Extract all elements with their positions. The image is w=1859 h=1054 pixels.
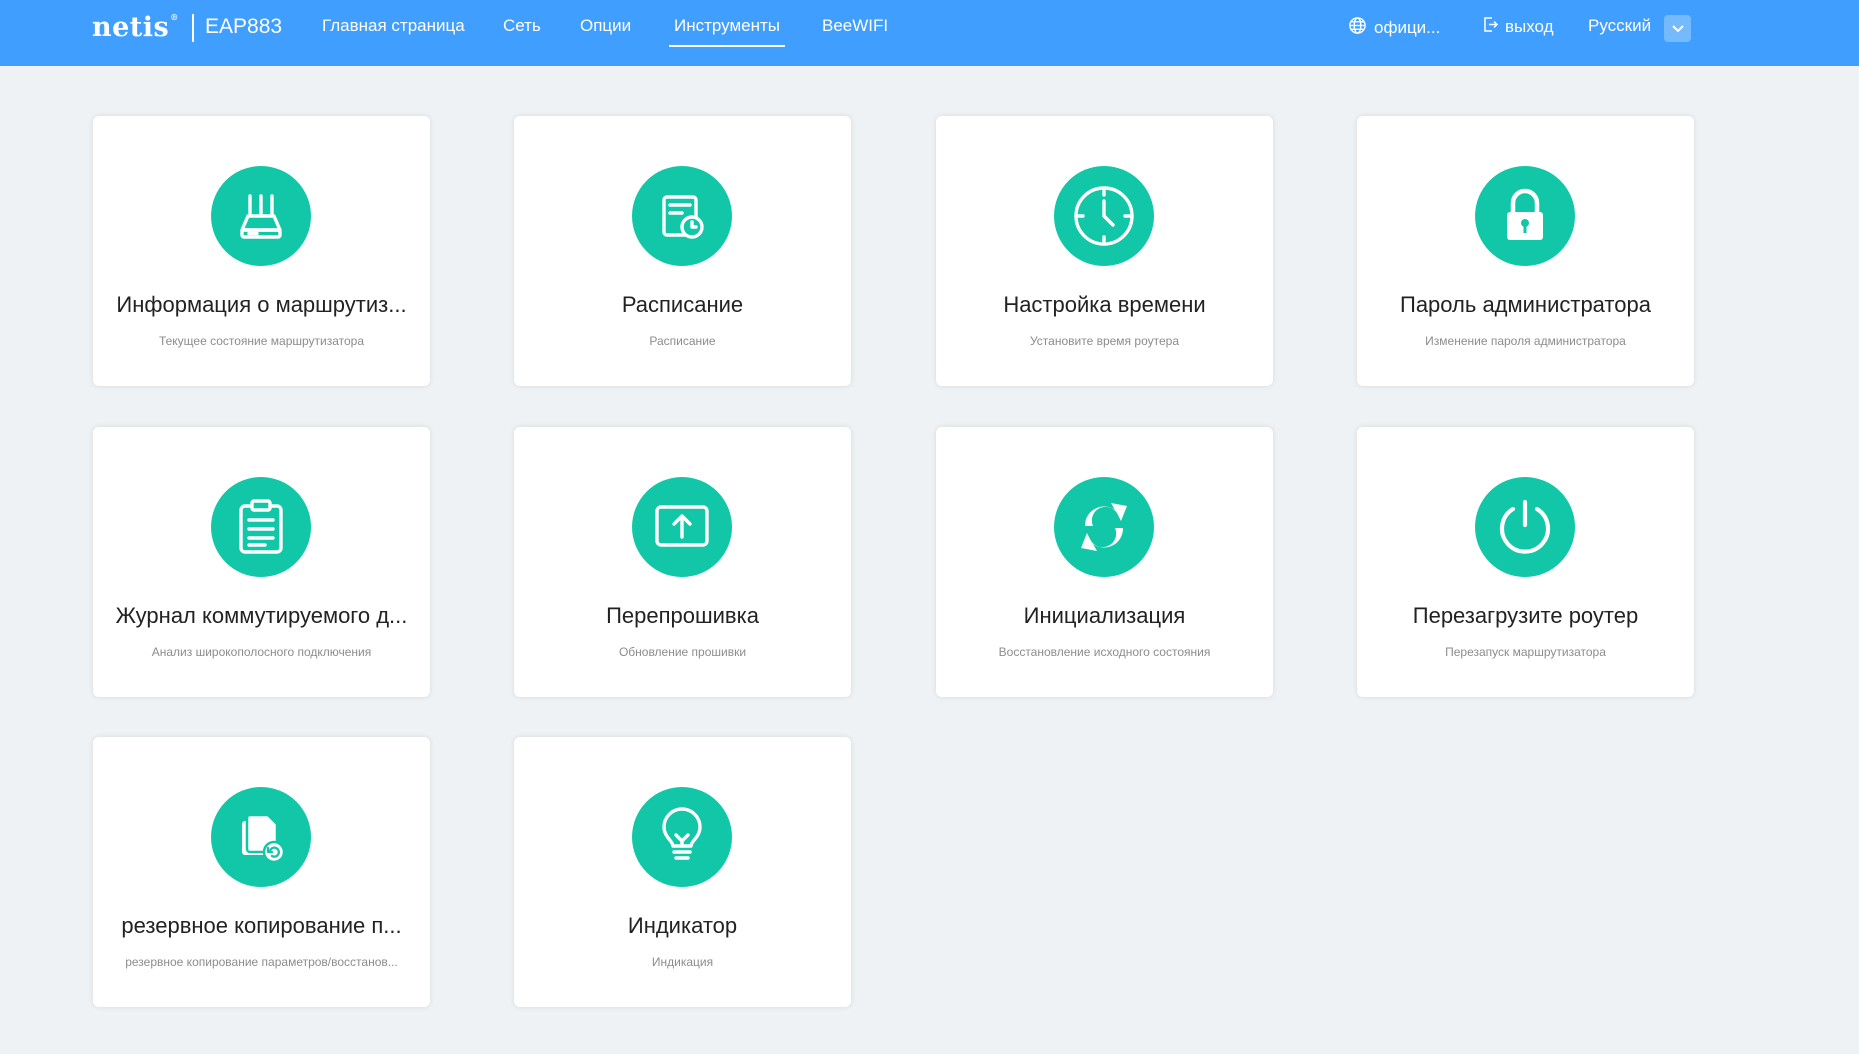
card-title: Инициализация [1023, 603, 1186, 628]
schedule-icon [632, 166, 732, 266]
card-initialization[interactable]: Инициализация Восстановление исходного с… [936, 427, 1273, 697]
card-schedule[interactable]: Расписание Расписание [514, 116, 851, 386]
card-firmware-update[interactable]: Перепрошивка Обновление прошивки [514, 427, 851, 697]
upload-icon [632, 477, 732, 577]
card-admin-password[interactable]: Пароль администратора Изменение пароля а… [1357, 116, 1694, 386]
card-time-settings[interactable]: Настройка времени Установите время роуте… [936, 116, 1273, 386]
language-dropdown[interactable] [1664, 15, 1691, 42]
card-title: Журнал коммутируемого д... [115, 603, 408, 628]
nav-home[interactable]: Главная страница [322, 16, 465, 36]
clock-icon [1054, 166, 1154, 266]
card-title: Перепрошивка [606, 603, 759, 628]
logout-label: выход [1505, 17, 1554, 36]
nav-options[interactable]: Опции [580, 16, 631, 36]
card-subtitle: Установите время роутера [1029, 334, 1179, 348]
card-subtitle: Индикация [651, 955, 714, 969]
card-backup-restore[interactable]: резервное копирование п... резервное коп… [93, 737, 430, 1007]
globe-icon [1348, 16, 1367, 40]
card-subtitle: Изменение пароля администратора [1425, 334, 1626, 348]
card-title: резервное копирование п... [121, 913, 402, 938]
card-title: Расписание [621, 292, 744, 317]
card-subtitle: Перезапуск маршрутизатора [1445, 645, 1606, 659]
router-icon [211, 166, 311, 266]
reset-icon [1054, 477, 1154, 577]
lock-icon [1475, 166, 1575, 266]
official-site-link[interactable]: офици... [1348, 16, 1440, 40]
bulb-icon [632, 787, 732, 887]
card-title: Настройка времени [1003, 292, 1206, 317]
card-dialup-log[interactable]: Журнал коммутируемого д... Анализ широко… [93, 427, 430, 697]
card-subtitle: Анализ широкополосного подключения [151, 645, 372, 659]
logout-icon [1482, 16, 1499, 38]
backup-icon [211, 787, 311, 887]
card-subtitle: Расписание [649, 334, 716, 348]
nav-tools[interactable]: Инструменты [668, 16, 786, 47]
top-bar: netis® EAP883 Главная страница Сеть Опци… [0, 0, 1859, 66]
official-site-label: офици... [1374, 18, 1441, 37]
nav-network[interactable]: Сеть [503, 16, 541, 36]
card-subtitle: Обновление прошивки [618, 645, 747, 659]
netis-logo[interactable]: netis® [92, 12, 179, 43]
clipboard-icon [211, 477, 311, 577]
nav-beewifi[interactable]: BeeWIFI [822, 16, 888, 36]
card-subtitle: резервное копирование параметров/восстан… [125, 955, 398, 969]
logo-divider [192, 14, 194, 42]
card-indicator[interactable]: Индикатор Индикация [514, 737, 851, 1007]
logout-button[interactable]: выход [1482, 16, 1554, 38]
language-label[interactable]: Русский [1588, 16, 1651, 36]
card-title: Информация о маршрутиз... [116, 292, 407, 317]
card-subtitle: Восстановление исходного состояния [998, 645, 1211, 659]
card-title: Индикатор [627, 913, 738, 938]
power-icon [1475, 477, 1575, 577]
card-router-info[interactable]: Информация о маршрутиз... Текущее состоя… [93, 116, 430, 386]
model-name: EAP883 [205, 15, 283, 38]
card-subtitle: Текущее состояние маршрутизатора [158, 334, 365, 348]
card-title: Перезагрузите роутер [1412, 603, 1639, 628]
card-reboot-router[interactable]: Перезагрузите роутер Перезапуск маршрути… [1357, 427, 1694, 697]
chevron-down-icon [1671, 20, 1685, 38]
card-title: Пароль администратора [1400, 292, 1651, 317]
